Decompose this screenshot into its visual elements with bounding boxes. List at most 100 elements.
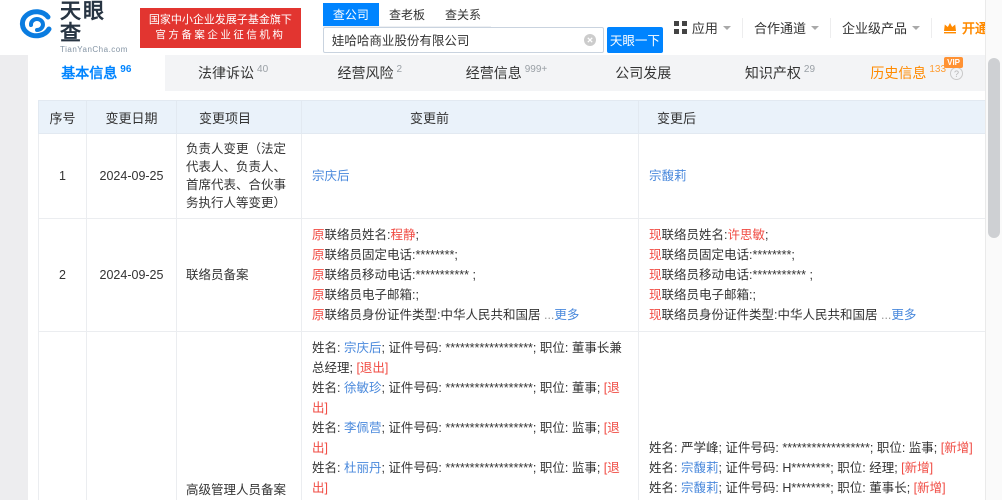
tab-company-development[interactable]: 公司发展	[575, 55, 712, 91]
text-segment: 联络员固定电话:********;	[325, 248, 458, 262]
change-line: 宗馥莉	[649, 166, 975, 186]
change-line: 原联络员固定电话:********;	[312, 245, 628, 265]
entity-link[interactable]: 宗庆后	[312, 169, 350, 183]
content-panel: 序号变更日期变更项目变更前变更后12024-09-25负责人变更（法定代表人、负…	[28, 91, 985, 500]
text-segment: ...	[878, 308, 892, 322]
tab-legal-proceedings[interactable]: 法律诉讼40	[165, 55, 302, 91]
text-segment: [退出]	[356, 361, 388, 375]
nav-item-label: 合作通道	[754, 18, 806, 37]
cell-change-before: 宗庆后	[302, 134, 639, 219]
nav-apps[interactable]: 应用	[663, 18, 742, 38]
text-segment: ; 证件号码: ******************; 职位: 监事;	[381, 461, 603, 475]
tab-history-info[interactable]: 历史信息133VIP?	[848, 55, 985, 91]
top-nav: 应用合作通道企业级产品开通会员此处...	[663, 18, 1002, 38]
crown-icon	[943, 22, 957, 34]
change-line: 现联络员电子邮箱:;	[649, 285, 975, 305]
cell-change-after: 宗馥莉	[639, 134, 986, 219]
search-tab-company[interactable]: 查公司	[323, 3, 379, 26]
scrollbar-thumb[interactable]	[988, 58, 1000, 238]
help-icon[interactable]: ?	[950, 67, 963, 80]
cell-index: 3	[39, 332, 87, 500]
gov-badge-line1: 国家中小企业发展子基金旗下	[149, 13, 292, 28]
text-segment: 姓名:	[649, 461, 681, 475]
text-segment: ;	[765, 228, 768, 242]
text-segment: ...	[541, 308, 555, 322]
cell-change-before: 原联络员姓名:程静;原联络员固定电话:********;原联络员移动电话:***…	[302, 219, 639, 332]
search-tab-boss[interactable]: 查老板	[379, 3, 435, 26]
nav-item-label: 企业级产品	[842, 18, 907, 37]
cell-change-date: 2024-09-25	[87, 134, 177, 219]
tianyancha-logo[interactable]: 天眼查 TianYanCha.com	[18, 1, 128, 54]
text-segment: 姓名:	[312, 341, 344, 355]
search-input[interactable]	[323, 27, 604, 53]
text-segment: 原	[312, 228, 325, 242]
entity-link[interactable]: 宗庆后	[344, 341, 382, 355]
chevron-down-icon	[811, 26, 819, 34]
tab-label: 法律诉讼	[198, 63, 254, 83]
tab-label: 基本信息	[61, 63, 117, 83]
text-segment: 原	[312, 288, 325, 302]
tab-basic-info[interactable]: 基本信息96	[28, 55, 165, 91]
cell-change-date: 2024-09-25	[87, 219, 177, 332]
table-header-row: 序号变更日期变更项目变更前变更后	[39, 101, 986, 134]
text-segment: 姓名: 严学峰; 证件号码: ******************; 职位: 监…	[649, 441, 941, 455]
text-segment: 联络员身份证件类型:中华人民共和国居	[325, 308, 541, 322]
change-line: 姓名: 宗馥莉; 证件号码: H********; 职位: 董事长; [新增]	[649, 478, 975, 498]
tianyancha-page: 天眼查 TianYanCha.com 国家中小企业发展子基金旗下 官方备案企业征…	[0, 0, 1002, 500]
entity-link[interactable]: 宗馥莉	[681, 461, 719, 475]
entity-link[interactable]: 宗馥莉	[649, 169, 687, 183]
text-segment: ; 证件号码: H********; 职位: 经理;	[718, 461, 901, 475]
change-line: 宗庆后	[312, 166, 628, 186]
text-segment: 姓名:	[312, 461, 344, 475]
col-header-4: 变更后	[639, 101, 986, 134]
tab-count: 40	[257, 64, 268, 75]
change-line: 现联络员固定电话:********;	[649, 245, 975, 265]
cell-change-date: 2024-09-25	[87, 332, 177, 500]
nav-partner-channel[interactable]: 合作通道	[742, 18, 830, 38]
entity-link[interactable]: 杜丽丹	[344, 461, 382, 475]
tab-label: 公司发展	[615, 63, 671, 83]
entity-link[interactable]: 宗馥莉	[681, 481, 719, 495]
nav-enterprise-products[interactable]: 企业级产品	[830, 18, 931, 38]
change-line: 姓名: 徐敏珍; 证件号码: ******************; 职位: 董…	[312, 378, 628, 418]
more-link[interactable]: 更多	[891, 308, 916, 322]
entity-link[interactable]: 徐敏珍	[344, 381, 382, 395]
text-segment: 现	[649, 268, 662, 282]
text-segment: [新增]	[914, 481, 946, 495]
tab-count: 999+	[525, 64, 548, 75]
change-line: 原联络员身份证件类型:中华人民共和国居 ...更多	[312, 305, 628, 325]
tab-business-risk[interactable]: 经营风险2	[301, 55, 438, 91]
text-segment: 许思敏	[728, 228, 766, 242]
nav-item-label: 应用	[692, 18, 718, 37]
clear-icon[interactable]	[583, 33, 597, 47]
gov-badge-line2: 官方备案企业征信机构	[149, 28, 292, 43]
entity-link[interactable]: 李佩营	[344, 421, 382, 435]
brand-domain: TianYanCha.com	[60, 45, 128, 54]
text-segment: [新增]	[941, 441, 973, 455]
tab-business-info[interactable]: 经营信息999+	[438, 55, 575, 91]
tab-intellectual-property[interactable]: 知识产权29	[712, 55, 849, 91]
text-segment: ;	[416, 228, 419, 242]
text-segment: 原	[312, 248, 325, 262]
site-header: 天眼查 TianYanCha.com 国家中小企业发展子基金旗下 官方备案企业征…	[0, 0, 1002, 55]
col-header-2: 变更项目	[177, 101, 302, 134]
cell-change-after: 姓名: 严学峰; 证件号码: ******************; 职位: 监…	[639, 332, 986, 500]
change-line: 原联络员姓名:程静;	[312, 225, 628, 245]
more-link[interactable]: 更多	[554, 308, 579, 322]
search-tab-relation[interactable]: 查关系	[435, 3, 491, 26]
text-segment: 现	[649, 308, 662, 322]
cell-change-item: 高级管理人员备案（董事、监事、经理等）	[177, 332, 302, 500]
tab-count: 2	[397, 64, 403, 75]
text-segment: 程静	[391, 228, 416, 242]
search-button[interactable]: 天眼一下	[607, 27, 663, 53]
search-input-wrap	[323, 27, 604, 53]
text-segment: [新增]	[901, 461, 933, 475]
cell-change-before: 姓名: 宗庆后; 证件号码: ******************; 职位: 董…	[302, 332, 639, 500]
text-segment: 联络员固定电话:********;	[662, 248, 795, 262]
text-segment: 姓名:	[649, 481, 681, 495]
col-header-1: 变更日期	[87, 101, 177, 134]
tab-count: 96	[120, 64, 131, 75]
text-segment: 现	[649, 228, 662, 242]
vertical-scrollbar[interactable]	[985, 0, 1002, 500]
text-segment: 姓名:	[312, 421, 344, 435]
